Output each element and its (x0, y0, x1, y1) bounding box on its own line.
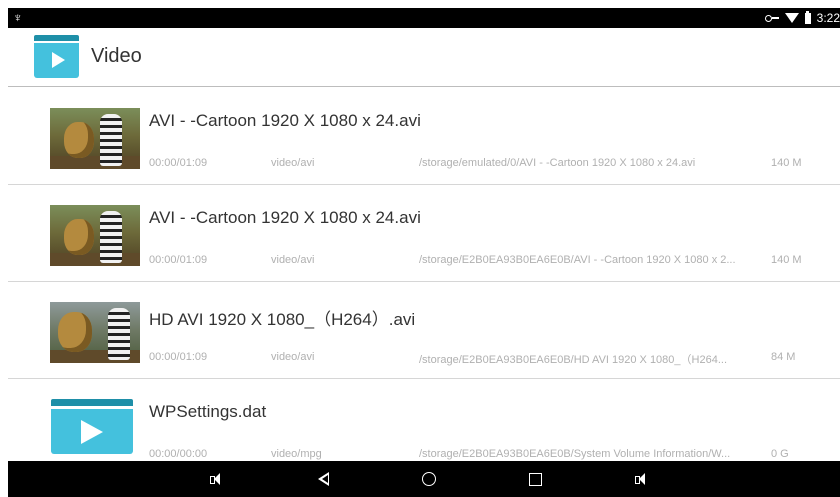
recent-apps-icon (528, 472, 542, 486)
usb-icon: ♆ (13, 10, 23, 25)
video-thumbnail (50, 108, 140, 169)
volume-up-button[interactable] (630, 469, 650, 489)
back-button[interactable] (313, 469, 333, 489)
video-file-icon (51, 399, 133, 454)
home-icon (422, 472, 436, 486)
app-window: ♆ 3:22 Video AVI - -Cartoon 1920 X 1080 … (8, 8, 840, 497)
file-size: 84 M (771, 351, 796, 363)
file-duration: 00:00/01:09 (149, 254, 208, 266)
navigation-bar (8, 461, 840, 497)
video-list[interactable]: AVI - -Cartoon 1920 X 1080 x 24.avi 00:0… (8, 87, 840, 461)
volume-up-icon (635, 473, 645, 485)
volume-down-button[interactable] (205, 469, 225, 489)
status-time: 3:22 (816, 11, 840, 25)
file-name: AVI - -Cartoon 1920 X 1080 x 24.avi (149, 208, 421, 227)
file-path: /storage/E2B0EA93B0EA6E0B/AVI - -Cartoon… (419, 254, 736, 266)
recent-apps-button[interactable] (525, 469, 545, 489)
back-icon (317, 472, 329, 486)
file-path: /storage/emulated/0/AVI - -Cartoon 1920 … (419, 157, 696, 169)
status-bar: ♆ 3:22 (8, 8, 840, 28)
file-duration: 00:00/01:09 (149, 157, 208, 169)
file-size: 140 M (771, 254, 802, 266)
home-button[interactable] (419, 469, 439, 489)
file-path: /storage/E2B0EA93B0EA6E0B/System Volume … (419, 448, 731, 460)
video-thumbnail (50, 302, 140, 363)
file-mime: video/mpg (271, 448, 322, 460)
file-name: HD AVI 1920 X 1080_（H264）.avi (149, 310, 416, 329)
wifi-icon (784, 13, 799, 23)
video-app-icon (34, 35, 79, 78)
app-header: Video (8, 28, 840, 87)
file-name: WPSettings.dat (149, 402, 267, 421)
file-mime: video/avi (271, 157, 315, 169)
list-item[interactable]: HD AVI 1920 X 1080_（H264）.avi 00:00/01:0… (8, 281, 840, 379)
file-size: 0 G (771, 448, 789, 460)
volume-down-icon (210, 473, 220, 485)
page-title: Video (91, 45, 142, 67)
list-item[interactable]: AVI - -Cartoon 1920 X 1080 x 24.avi 00:0… (8, 87, 840, 185)
file-mime: video/avi (271, 351, 315, 363)
video-thumbnail (50, 205, 140, 266)
file-duration: 00:00/00:00 (149, 448, 208, 460)
file-size: 140 M (771, 157, 802, 169)
vpn-key-icon (764, 14, 779, 22)
battery-icon (804, 10, 811, 24)
file-name: AVI - -Cartoon 1920 X 1080 x 24.avi (149, 111, 421, 130)
list-item[interactable]: AVI - -Cartoon 1920 X 1080 x 24.avi 00:0… (8, 184, 840, 282)
file-path: /storage/E2B0EA93B0EA6E0B/HD AVI 1920 X … (419, 354, 727, 366)
file-mime: video/avi (271, 254, 315, 266)
file-duration: 00:00/01:09 (149, 351, 208, 363)
list-item[interactable]: WPSettings.dat 00:00/00:00 video/mpg /st… (8, 378, 840, 461)
status-icons: 3:22 (764, 10, 840, 26)
